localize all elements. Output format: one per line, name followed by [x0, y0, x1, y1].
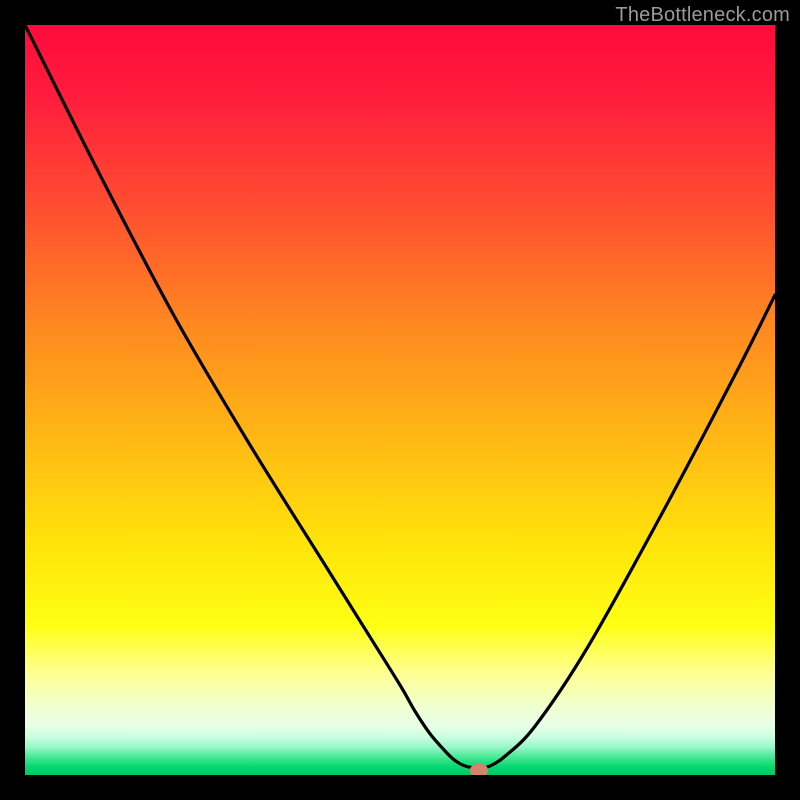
minimum-marker: [470, 764, 488, 775]
chart-canvas: TheBottleneck.com: [0, 0, 800, 800]
bottleneck-curve: [25, 25, 775, 775]
attribution-text: TheBottleneck.com: [615, 4, 790, 27]
plot-area: [25, 25, 775, 775]
